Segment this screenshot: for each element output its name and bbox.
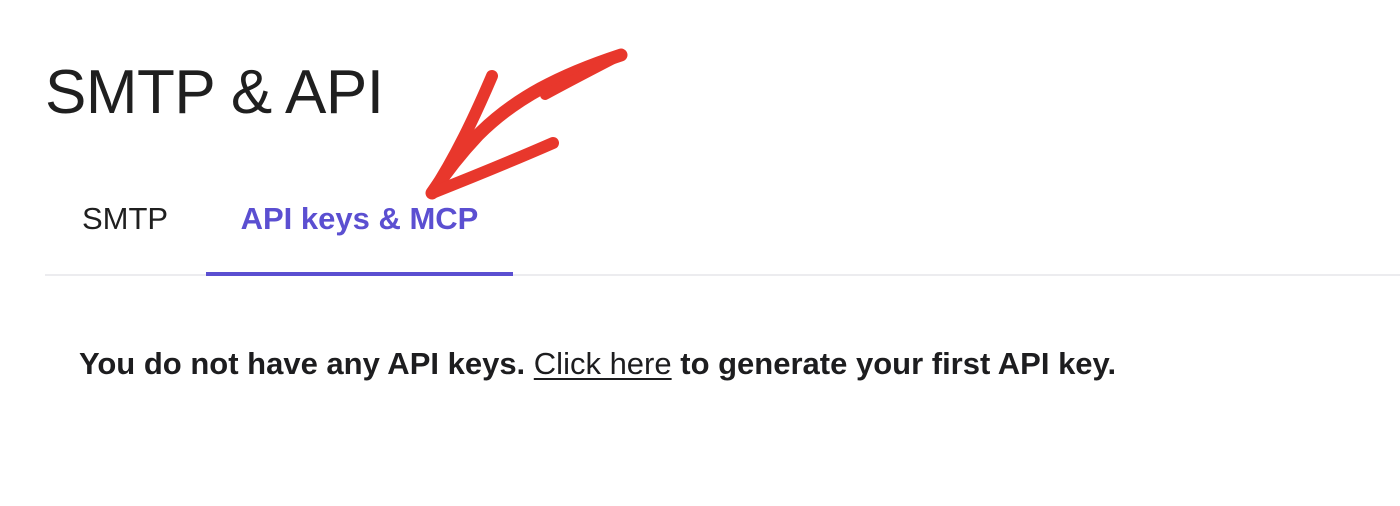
empty-state-text-after: to generate your first API key.: [680, 346, 1117, 381]
tab-smtp[interactable]: SMTP: [45, 192, 205, 274]
empty-state-message: You do not have any API keys. Click here…: [79, 344, 1116, 384]
smtp-api-page: SMTP & API SMTP API keys & MCP You do no…: [0, 0, 1400, 506]
page-title: SMTP & API: [45, 58, 384, 127]
active-tab-indicator: [206, 272, 513, 276]
tab-api-keys-mcp[interactable]: API keys & MCP: [206, 192, 513, 276]
tab-bar: SMTP API keys & MCP: [45, 192, 1400, 276]
generate-api-key-link[interactable]: Click here: [534, 346, 672, 381]
tab-smtp-label: SMTP: [81, 200, 169, 236]
empty-state-text-before: You do not have any API keys.: [79, 346, 526, 381]
tab-api-keys-mcp-label: API keys & MCP: [240, 200, 479, 236]
